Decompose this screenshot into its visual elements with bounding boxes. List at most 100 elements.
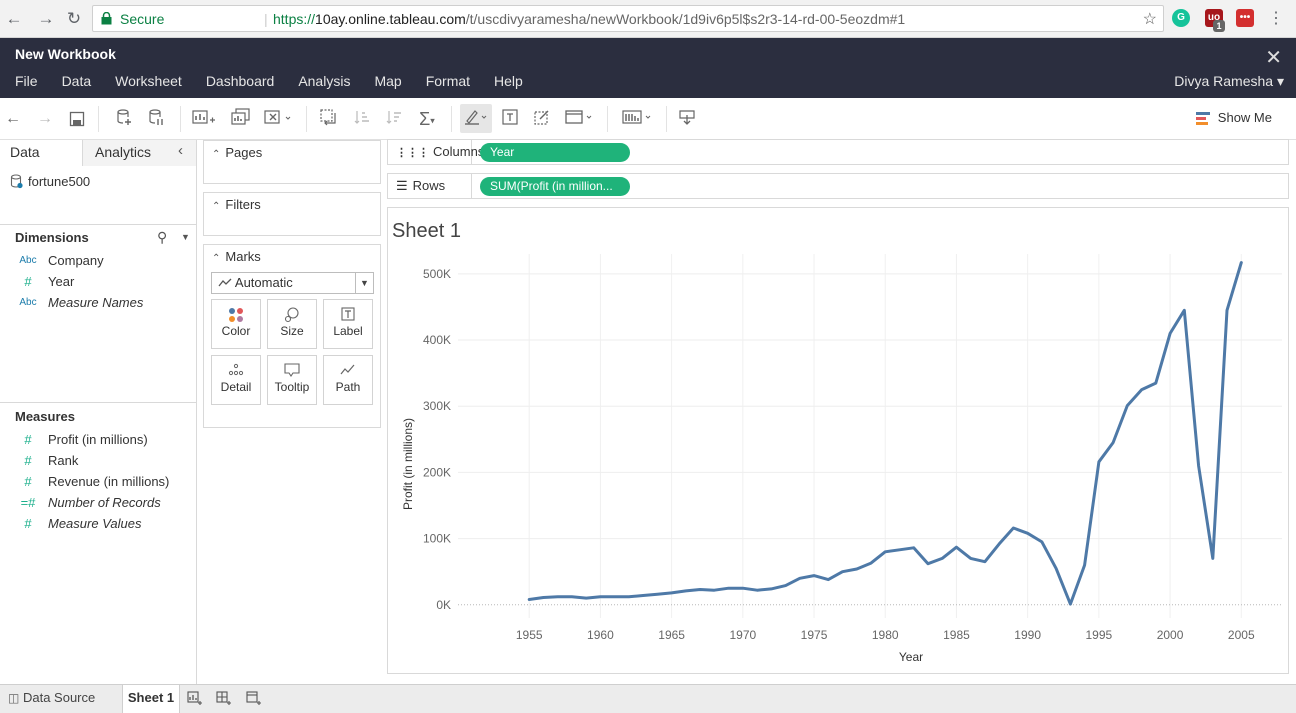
x-tick-label: 2000: [1157, 628, 1184, 642]
sheet1-tab[interactable]: Sheet 1: [122, 685, 180, 713]
duplicate-sheet-icon[interactable]: [230, 108, 252, 130]
highlight-icon[interactable]: [460, 104, 492, 133]
fit-view-icon[interactable]: [563, 108, 595, 130]
field-profit[interactable]: # Profit (in millions): [0, 429, 196, 450]
lastpass-extension-icon[interactable]: •••: [1236, 9, 1254, 27]
data-source-tab[interactable]: ◫ Data Source: [0, 685, 120, 713]
totals-sigma-icon[interactable]: Σ▾: [414, 108, 440, 130]
marks-title: ⌃ Marks: [212, 249, 261, 264]
redo-icon[interactable]: →: [36, 108, 54, 130]
size-button[interactable]: Size: [267, 299, 317, 349]
y-tick-label: 0K: [436, 598, 451, 612]
rows-icon: ☰: [396, 178, 408, 193]
tab-data[interactable]: Data: [0, 140, 83, 166]
field-number-of-records[interactable]: =# Number of Records: [0, 492, 196, 513]
reload-icon[interactable]: ↻: [64, 9, 84, 29]
chevron-up-icon[interactable]: ⌃: [212, 201, 220, 212]
menu-worksheet[interactable]: Worksheet: [115, 73, 182, 89]
field-measure-names[interactable]: Abc Measure Names: [0, 292, 196, 313]
field-rank[interactable]: # Rank: [0, 450, 196, 471]
dimensions-menu-icon[interactable]: ▼: [181, 232, 190, 242]
url-scheme: https://: [273, 11, 316, 27]
sort-descending-icon[interactable]: [384, 108, 404, 130]
menu-map[interactable]: Map: [374, 73, 401, 89]
search-icon[interactable]: ⚲: [157, 229, 167, 246]
user-menu[interactable]: Divya Ramesha ▾: [1174, 73, 1284, 90]
tooltip-button[interactable]: Tooltip: [267, 355, 317, 405]
url-text[interactable]: https://10ay.online.tableau.com/t/uscdiv…: [273, 11, 905, 27]
close-icon[interactable]: ✕: [1265, 45, 1282, 70]
url-path: /t/uscdivyaramesha/newWorkbook/1d9iv6p5l…: [465, 11, 906, 27]
menu-file[interactable]: File: [15, 73, 38, 89]
tooltip-icon: [268, 356, 316, 380]
x-tick-label: 1955: [516, 628, 543, 642]
new-data-source-icon[interactable]: [113, 108, 135, 130]
detail-button[interactable]: Detail: [211, 355, 261, 405]
dropdown-arrow-icon[interactable]: ▼: [355, 273, 373, 293]
columns-icon: ⋮⋮⋮: [396, 147, 429, 159]
undo-icon[interactable]: ←: [4, 108, 22, 130]
menu-data[interactable]: Data: [62, 73, 92, 89]
new-story-tab-icon[interactable]: [246, 690, 262, 709]
path-button[interactable]: Path: [323, 355, 373, 405]
text-label-icon[interactable]: [500, 108, 520, 130]
pane-tabs: Data Analytics ‹: [0, 140, 196, 166]
field-measure-values[interactable]: # Measure Values: [0, 513, 196, 534]
forward-arrow-icon[interactable]: →: [36, 9, 56, 29]
number-type-icon: #: [24, 474, 32, 489]
sort-ascending-icon[interactable]: [352, 108, 372, 130]
viz-canvas: Sheet 1 0K 100K 200K 300K 400K 500K 1955 1960 19…: [387, 207, 1289, 674]
grammarly-extension-icon[interactable]: G: [1172, 9, 1190, 27]
chevron-up-icon[interactable]: ⌃: [212, 149, 220, 160]
pause-updates-icon[interactable]: [145, 108, 167, 130]
save-icon[interactable]: [66, 108, 88, 130]
field-label: Number of Records: [48, 495, 161, 510]
clear-sheet-icon[interactable]: [263, 108, 293, 130]
new-dashboard-tab-icon[interactable]: [216, 690, 232, 709]
menu-help[interactable]: Help: [494, 73, 523, 89]
annotate-icon[interactable]: [532, 108, 552, 130]
field-revenue[interactable]: # Revenue (in millions): [0, 471, 196, 492]
x-tick-label: 1975: [801, 628, 828, 642]
pages-card[interactable]: ⌃ Pages: [203, 140, 381, 184]
y-tick-label: 300K: [423, 399, 451, 413]
address-bar[interactable]: Secure | https://10ay.online.tableau.com…: [92, 5, 1164, 32]
chevron-up-icon[interactable]: ⌃: [212, 253, 220, 264]
rows-shelf-label: ☰ Rows: [388, 174, 472, 198]
data-pane: Data Analytics ‹ fortune500 Dimensions ⚲…: [0, 140, 197, 684]
menu-analysis[interactable]: Analysis: [298, 73, 350, 89]
rows-shelf[interactable]: ☰ Rows SUM(Profit (in million...: [387, 173, 1289, 199]
menu-dashboard[interactable]: Dashboard: [206, 73, 275, 89]
collapse-pane-icon[interactable]: ‹: [178, 142, 183, 159]
datasource-item[interactable]: fortune500: [10, 174, 90, 189]
bookmark-star-icon[interactable]: ☆: [1143, 9, 1157, 29]
url-host: 10ay.online.tableau.com: [315, 11, 466, 27]
present-mode-icon[interactable]: [677, 108, 697, 130]
back-arrow-icon[interactable]: ←: [4, 9, 24, 29]
x-tick-label: 1960: [587, 628, 614, 642]
columns-shelf[interactable]: ⋮⋮⋮ Columns Year: [387, 139, 1289, 165]
chrome-menu-icon[interactable]: ⋮: [1266, 9, 1286, 29]
mark-type-dropdown[interactable]: Automatic ▼: [211, 272, 374, 294]
menu-format[interactable]: Format: [426, 73, 470, 89]
data-source-label: Data Source: [22, 690, 96, 705]
label-button[interactable]: Label: [323, 299, 373, 349]
color-button[interactable]: Color: [211, 299, 261, 349]
field-year[interactable]: # Year: [0, 271, 196, 292]
swap-rows-columns-icon[interactable]: [318, 108, 340, 130]
toolbar-divider: [180, 106, 181, 132]
profit-pill[interactable]: SUM(Profit (in million...: [480, 177, 630, 196]
year-pill[interactable]: Year: [480, 143, 630, 162]
color-icon: [212, 300, 260, 324]
filters-card[interactable]: ⌃ Filters: [203, 192, 381, 236]
field-label: Measure Names: [48, 295, 144, 310]
x-tick-label: 2005: [1228, 628, 1255, 642]
line-chart[interactable]: 0K 100K 200K 300K 400K 500K 1955 1960 1965 1970 19…: [388, 208, 1288, 673]
show-me-button[interactable]: Show Me: [1195, 110, 1272, 125]
new-worksheet-icon[interactable]: [191, 108, 217, 130]
field-company[interactable]: Abc Company: [0, 250, 196, 271]
pages-label: Pages: [225, 145, 263, 160]
show-cards-icon[interactable]: [620, 108, 654, 130]
new-worksheet-tab-icon[interactable]: [187, 690, 203, 709]
toolbar-divider: [451, 106, 452, 132]
